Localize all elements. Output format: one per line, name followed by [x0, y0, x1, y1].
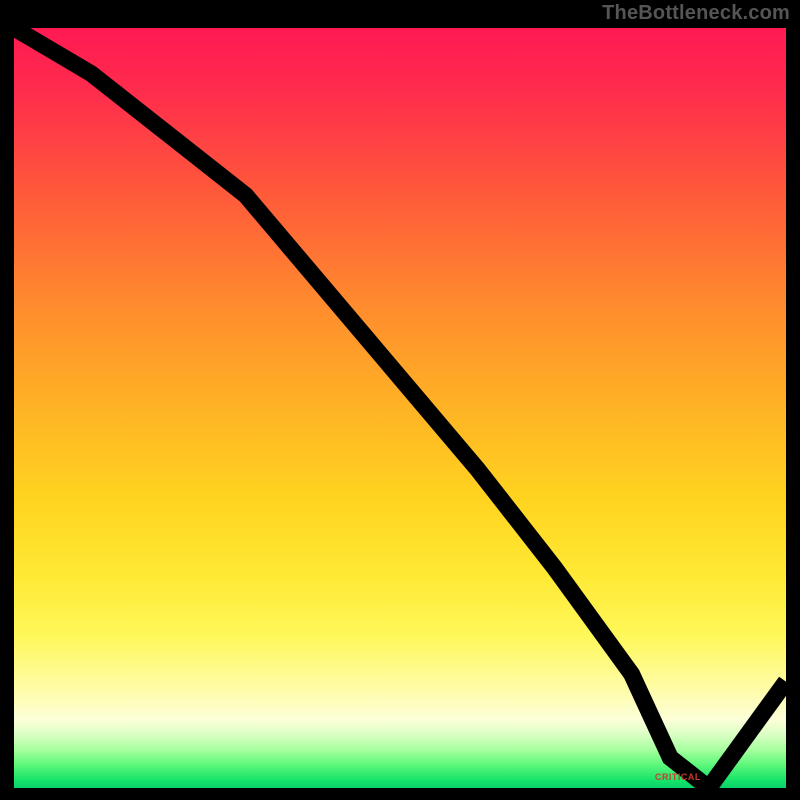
- plot-area: CRITICAL: [14, 28, 786, 788]
- bottleneck-curve: [14, 28, 786, 788]
- critical-marker: CRITICAL: [655, 772, 701, 782]
- chart-container: TheBottleneck.com CRITICAL: [0, 0, 800, 800]
- attribution-label: TheBottleneck.com: [602, 2, 790, 25]
